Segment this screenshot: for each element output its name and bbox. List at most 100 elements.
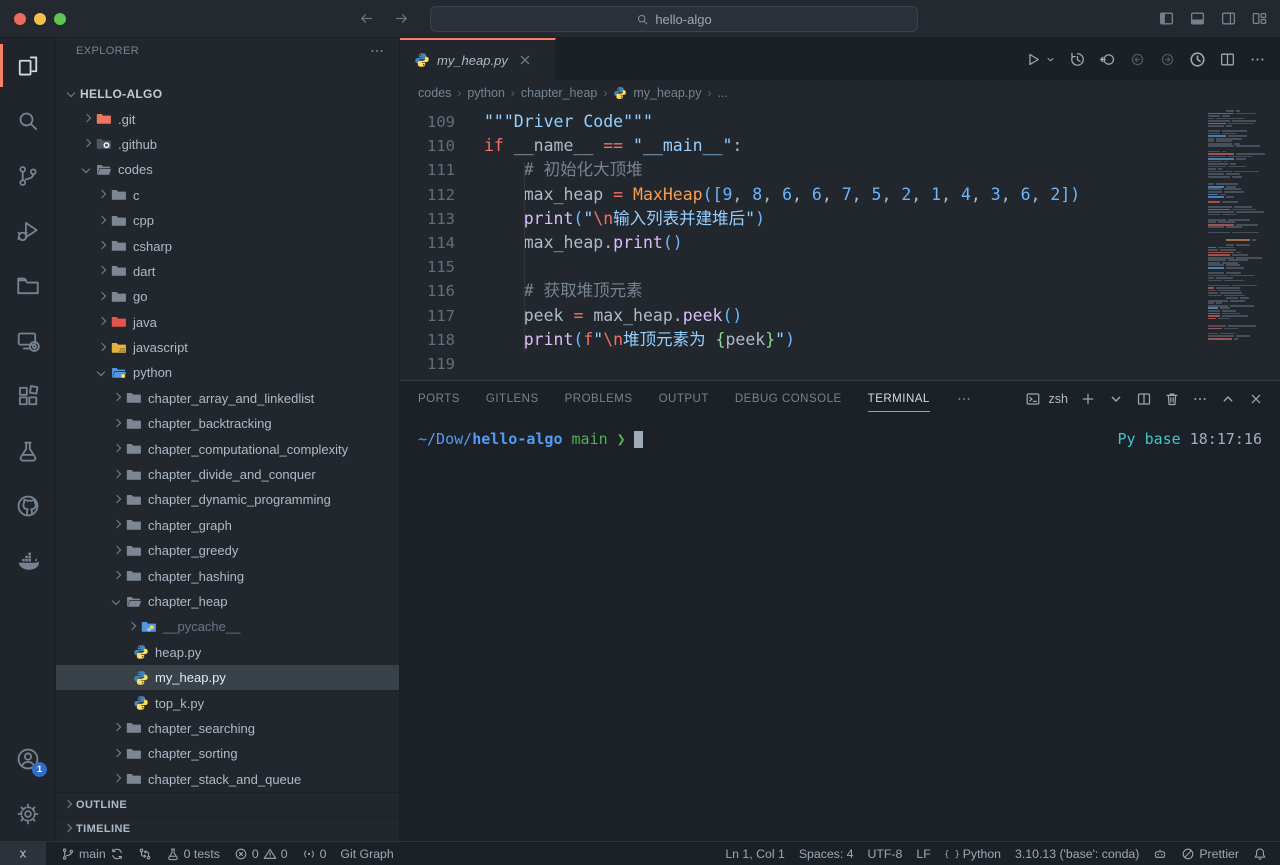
statusbar-remote-indicator[interactable] — [0, 842, 46, 865]
tree-item-__pycache__[interactable]: __pycache__ — [56, 614, 399, 639]
breadcrumb-item[interactable]: my_heap.py — [633, 86, 701, 100]
breadcrumb-item[interactable]: python — [467, 86, 505, 100]
tree-item-chapter_sorting[interactable]: chapter_sorting — [56, 741, 399, 766]
tree-item-chapter_backtracking[interactable]: chapter_backtracking — [56, 411, 399, 436]
panel-tabs-more-icon[interactable] — [956, 391, 972, 407]
new-terminal-icon[interactable] — [1080, 391, 1096, 407]
navigate-forward-icon[interactable] — [393, 10, 410, 27]
tree-item-HELLO-ALGO[interactable]: HELLO-ALGO — [56, 81, 399, 106]
tree-item-javascript[interactable]: JSjavascript — [56, 335, 399, 360]
tree-item-codes[interactable]: codes — [56, 157, 399, 182]
tree-item-chapter_array_and_linkedlist[interactable]: chapter_array_and_linkedlist — [56, 386, 399, 411]
tree-item-.git[interactable]: .git — [56, 106, 399, 131]
navigate-back-icon[interactable] — [358, 10, 375, 27]
panel-tab-gitlens[interactable]: GITLENS — [486, 381, 539, 417]
tree-item-heap.py[interactable]: heap.py — [56, 640, 399, 665]
split-editor-icon[interactable] — [1219, 51, 1236, 68]
tree-item-c[interactable]: c — [56, 183, 399, 208]
statusbar-cursor-position[interactable]: Ln 1, Col 1 — [718, 842, 791, 865]
layout-sidebar-right-icon[interactable] — [1220, 10, 1237, 27]
terminal[interactable]: ~/Dow/hello-algo main ❯ Py base 18:17:16 — [400, 417, 1280, 841]
statusbar-eol[interactable]: LF — [909, 842, 937, 865]
activitybar-source-control[interactable] — [0, 148, 56, 203]
statusbar-copilot[interactable] — [1146, 842, 1174, 865]
tree-item-dart[interactable]: dart — [56, 259, 399, 284]
statusbar-encoding[interactable]: UTF-8 — [861, 842, 910, 865]
maximize-panel-icon[interactable] — [1220, 391, 1236, 407]
statusbar-tests[interactable]: 0 tests — [159, 842, 227, 865]
run-icon[interactable] — [1024, 51, 1041, 68]
tree-item-java[interactable]: java — [56, 310, 399, 335]
tree-item-cpp[interactable]: cpp — [56, 208, 399, 233]
statusbar-git-graph[interactable]: Git Graph — [333, 842, 400, 865]
next-change-icon[interactable] — [1159, 51, 1176, 68]
panel-tab-output[interactable]: OUTPUT — [659, 381, 709, 417]
breadcrumb-item[interactable]: chapter_heap — [521, 86, 597, 100]
panel-tab-terminal[interactable]: TERMINAL — [868, 381, 930, 417]
code-editor[interactable]: 109"""Driver Code"""110if __name__ == "_… — [400, 106, 1280, 380]
zsh-terminal-icon[interactable] — [1025, 391, 1041, 407]
maximize-window-button[interactable] — [54, 13, 66, 25]
breadcrumb-item[interactable]: ... — [717, 86, 727, 100]
sidebar-section-outline[interactable]: OUTLINE — [56, 792, 399, 817]
layout-panel-icon[interactable] — [1189, 10, 1206, 27]
statusbar-problems[interactable]: 00 — [227, 842, 295, 865]
close-tab-icon[interactable] — [517, 52, 533, 68]
run-code-icon[interactable] — [1189, 51, 1206, 68]
kill-terminal-icon[interactable] — [1164, 391, 1180, 407]
tree-item-csharp[interactable]: csharp — [56, 233, 399, 258]
close-window-button[interactable] — [14, 13, 26, 25]
tree-item-chapter_graph[interactable]: chapter_graph — [56, 513, 399, 538]
tree-item-chapter_computational_complexity[interactable]: chapter_computational_complexity — [56, 436, 399, 461]
previous-change-icon[interactable] — [1129, 51, 1146, 68]
terminal-profiles-icon[interactable] — [1108, 391, 1124, 407]
tree-item-python[interactable]: python — [56, 360, 399, 385]
activitybar-run-debug[interactable] — [0, 203, 56, 258]
statusbar-python-interpreter[interactable]: 3.10.13 ('base': conda) — [1008, 842, 1146, 865]
panel-tab-problems[interactable]: PROBLEMS — [565, 381, 633, 417]
tree-item-chapter_heap[interactable]: chapter_heap — [56, 589, 399, 614]
run-dropdown-icon[interactable] — [1045, 54, 1056, 65]
activitybar-explorer[interactable] — [0, 38, 56, 93]
tab-my-heap[interactable]: my_heap.py — [400, 38, 556, 80]
minimap[interactable] — [1206, 110, 1270, 348]
statusbar-git-branch[interactable]: main — [54, 842, 131, 865]
activitybar-project-manager[interactable] — [0, 258, 56, 313]
activitybar-docker[interactable] — [0, 533, 56, 588]
open-changes-icon[interactable] — [1099, 51, 1116, 68]
sidebar-section-timeline[interactable]: TIMELINE — [56, 817, 399, 842]
tree-item-chapter_divide_and_conquer[interactable]: chapter_divide_and_conquer — [56, 462, 399, 487]
tree-item-chapter_greedy[interactable]: chapter_greedy — [56, 538, 399, 563]
tree-item-.github[interactable]: .github — [56, 132, 399, 157]
breadcrumb-item[interactable]: codes — [418, 86, 451, 100]
explorer-actions-icon[interactable] — [369, 43, 385, 59]
statusbar-ports[interactable]: 0 — [295, 842, 334, 865]
tree-item-top_k.py[interactable]: top_k.py — [56, 690, 399, 715]
panel-tab-ports[interactable]: PORTS — [418, 381, 460, 417]
activitybar-remote-explorer[interactable] — [0, 313, 56, 368]
terminal-more-icon[interactable] — [1192, 391, 1208, 407]
layout-custom-icon[interactable] — [1251, 10, 1268, 27]
activitybar-settings[interactable] — [0, 786, 56, 841]
panel-tab-debug-console[interactable]: DEBUG CONSOLE — [735, 381, 842, 417]
command-center-search[interactable]: hello-algo — [430, 6, 918, 32]
tree-item-chapter_dynamic_programming[interactable]: chapter_dynamic_programming — [56, 487, 399, 512]
tree-item-chapter_hashing[interactable]: chapter_hashing — [56, 563, 399, 588]
activitybar-search[interactable] — [0, 93, 56, 148]
shell-name[interactable]: zsh — [1049, 392, 1068, 406]
split-terminal-icon[interactable] — [1136, 391, 1152, 407]
timeline-icon[interactable] — [1069, 51, 1086, 68]
tree-item-my_heap.py[interactable]: my_heap.py — [56, 665, 399, 690]
more-actions-icon[interactable] — [1249, 51, 1266, 68]
statusbar-prettier[interactable]: Prettier — [1174, 842, 1246, 865]
layout-sidebar-left-icon[interactable] — [1158, 10, 1175, 27]
activitybar-github[interactable] — [0, 478, 56, 533]
activitybar-testing[interactable] — [0, 423, 56, 478]
tree-item-go[interactable]: go — [56, 284, 399, 309]
tree-item-chapter_searching[interactable]: chapter_searching — [56, 716, 399, 741]
statusbar-notifications[interactable] — [1246, 842, 1274, 865]
minimize-window-button[interactable] — [34, 13, 46, 25]
close-panel-icon[interactable] — [1248, 391, 1264, 407]
activitybar-extensions[interactable] — [0, 368, 56, 423]
statusbar-git-compare[interactable] — [131, 842, 159, 865]
